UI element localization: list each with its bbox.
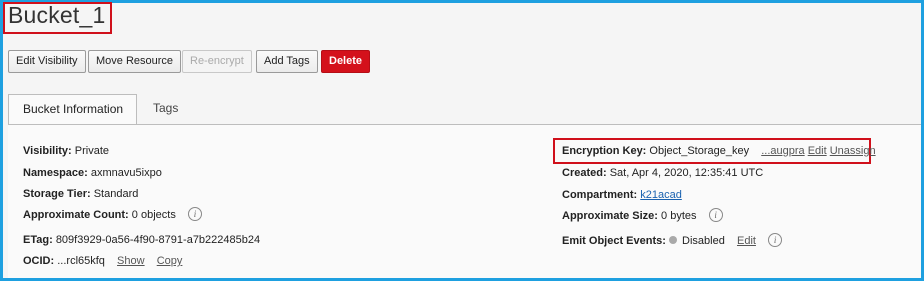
- encryption-key-ocid-link[interactable]: ...augpra: [761, 145, 804, 157]
- compartment-row: Compartment: k21acad: [562, 188, 682, 202]
- encryption-key-row: Encryption Key: Object_Storage_key ...au…: [562, 144, 876, 158]
- storage-tier-label: Storage Tier:: [23, 188, 91, 200]
- storage-tier-row: Storage Tier: Standard: [23, 187, 138, 201]
- approximate-count-value: 0 objects: [131, 209, 176, 221]
- emit-object-events-label: Emit Object Events:: [562, 235, 666, 247]
- info-icon[interactable]: i: [768, 233, 783, 248]
- compartment-label: Compartment:: [562, 189, 638, 201]
- emit-object-events-edit-link[interactable]: Edit: [737, 235, 756, 247]
- namespace-value: axmnavu5ixpo: [90, 167, 162, 179]
- etag-label: ETag:: [23, 234, 53, 246]
- page-title: Bucket_1: [8, 2, 106, 28]
- approximate-count-label: Approximate Count:: [23, 209, 129, 221]
- info-icon[interactable]: i: [708, 208, 723, 223]
- storage-tier-value: Standard: [93, 188, 139, 200]
- tab-tags[interactable]: Tags: [139, 94, 192, 125]
- approximate-size-value: 0 bytes: [661, 210, 697, 222]
- encryption-key-value: Object_Storage_key: [649, 145, 750, 157]
- created-label: Created:: [562, 167, 607, 179]
- ocid-label: OCID:: [23, 255, 55, 267]
- ocid-copy-link[interactable]: Copy: [157, 255, 183, 267]
- ocid-row: OCID: ...rcl65kfq Show Copy: [23, 254, 182, 268]
- add-tags-button[interactable]: Add Tags: [256, 50, 318, 73]
- namespace-label: Namespace:: [23, 167, 88, 179]
- visibility-row: Visibility: Private: [23, 144, 109, 158]
- tab-bucket-information[interactable]: Bucket Information: [8, 94, 137, 125]
- ocid-show-link[interactable]: Show: [117, 255, 145, 267]
- ocid-value: ...rcl65kfq: [57, 255, 105, 267]
- created-row: Created: Sat, Apr 4, 2020, 12:35:41 UTC: [562, 166, 763, 180]
- approximate-size-row: Approximate Size: 0 bytes i: [562, 208, 723, 223]
- status-dot-icon: [668, 236, 677, 245]
- re-encrypt-button[interactable]: Re-encrypt: [182, 50, 252, 73]
- emit-object-events-row: Emit Object Events: Disabled Edit i: [562, 233, 783, 248]
- namespace-row: Namespace: axmnavu5ixpo: [23, 166, 162, 180]
- created-value: Sat, Apr 4, 2020, 12:35:41 UTC: [609, 167, 764, 179]
- encryption-key-label: Encryption Key:: [562, 145, 647, 157]
- move-resource-button[interactable]: Move Resource: [88, 50, 182, 73]
- etag-row: ETag: 809f3929-0a56-4f90-8791-a7b222485b…: [23, 233, 260, 247]
- encryption-key-edit-link[interactable]: Edit: [808, 145, 827, 157]
- approximate-count-row: Approximate Count: 0 objects i: [23, 207, 202, 222]
- compartment-link[interactable]: k21acad: [640, 189, 682, 201]
- approximate-size-label: Approximate Size:: [562, 210, 658, 222]
- visibility-label: Visibility:: [23, 145, 72, 157]
- edit-visibility-button[interactable]: Edit Visibility: [8, 50, 86, 73]
- etag-value: 809f3929-0a56-4f90-8791-a7b222485b24: [55, 234, 261, 246]
- emit-object-events-value: Disabled: [682, 235, 725, 247]
- delete-button[interactable]: Delete: [321, 50, 371, 73]
- visibility-value: Private: [74, 145, 110, 157]
- encryption-key-unassign-link[interactable]: Unassign: [830, 145, 876, 157]
- info-icon[interactable]: i: [187, 207, 202, 222]
